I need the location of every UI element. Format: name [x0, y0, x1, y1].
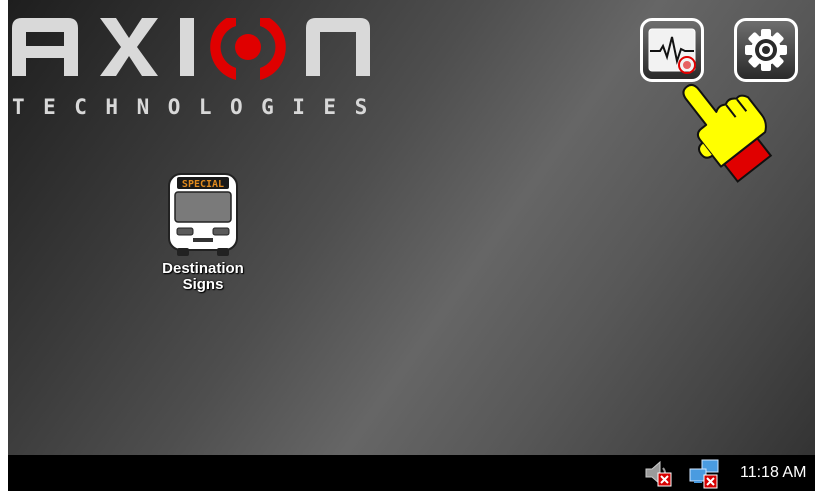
bus-icon: SPECIAL [168, 173, 238, 256]
pointing-hand-icon [666, 66, 776, 186]
taskbar-clock[interactable]: 11:18 AM [740, 464, 806, 482]
app-label-text: Destination Signs [162, 260, 244, 293]
tray-sound[interactable] [644, 459, 674, 491]
axion-logo-mark [12, 14, 370, 80]
screen: TECHNOLOGIES SPECIAL Destination Signs 1… [8, 0, 815, 491]
taskbar: 11:18 AM [8, 455, 815, 491]
desktop: TECHNOLOGIES SPECIAL Destination Signs [8, 0, 815, 455]
app-destination-signs-label: Destination Signs [148, 261, 258, 293]
speaker-muted-icon [645, 460, 672, 487]
network-disconnected-icon [689, 459, 719, 489]
logo-subtitle: TECHNOLOGIES [12, 95, 386, 119]
app-destination-signs[interactable]: SPECIAL Destination Signs [148, 172, 258, 302]
bus-sign-text: SPECIAL [182, 179, 224, 190]
tray-network[interactable] [688, 459, 720, 491]
